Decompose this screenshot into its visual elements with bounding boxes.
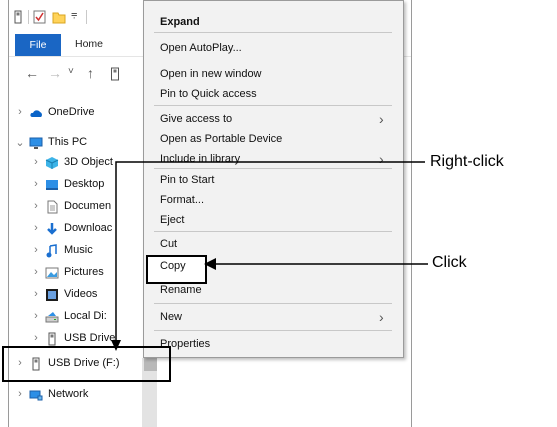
right-click-callout: Right-click (430, 153, 504, 170)
click-arrowhead (204, 258, 216, 270)
right-click-arrowhead (111, 340, 121, 351)
right-click-leader-line (115, 161, 425, 345)
click-callout: Click (432, 254, 467, 271)
annotation-arrows (111, 161, 428, 351)
